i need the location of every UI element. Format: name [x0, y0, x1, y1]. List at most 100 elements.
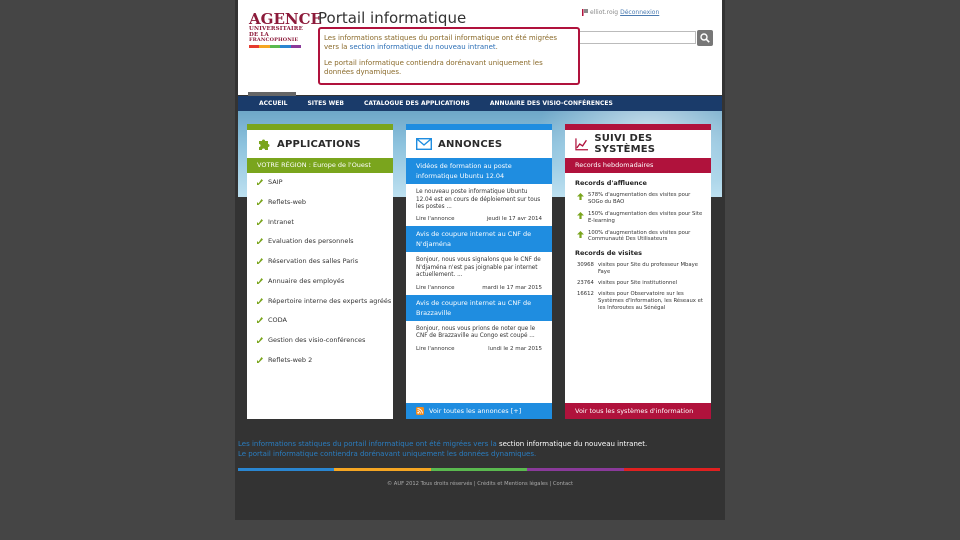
site-title: Portail informatique: [318, 9, 467, 27]
migration-notice: Les informations statiques du portail in…: [318, 27, 580, 85]
all-annonces-label: Voir toutes les annonces [+]: [429, 407, 522, 415]
application-item[interactable]: Répertoire interne des experts agréés: [257, 297, 393, 306]
arrow-icon: [257, 218, 263, 225]
records-label: Records hebdomadaires: [565, 158, 711, 173]
affluence-text: 100% d'augmentation des visites pour Com…: [588, 229, 691, 243]
up-arrow-icon: [577, 230, 584, 238]
annonce-date: lundi le 2 mar 2015: [488, 345, 542, 352]
application-label: CODA: [268, 316, 287, 325]
notice-line-1: Les informations statiques du portail in…: [324, 34, 574, 53]
search-button[interactable]: [697, 30, 713, 46]
logo-bar-segment: [290, 45, 302, 48]
application-item[interactable]: Reflets-web: [257, 198, 393, 207]
read-more-link[interactable]: Lire l'annonce: [416, 346, 455, 352]
all-systems-label: Voir tous les systèmes d'information: [575, 407, 694, 415]
application-item[interactable]: Intranet: [257, 218, 393, 227]
footer-text: Les informations statiques du portail in…: [238, 440, 499, 448]
rss-icon: [416, 407, 424, 415]
application-label: Répertoire interne des experts agréés: [268, 296, 392, 305]
logo-bar-segment: [269, 45, 281, 48]
notice-punct: .: [495, 43, 498, 52]
color-bar-segment: [430, 468, 528, 471]
color-bar-segment: [527, 468, 624, 471]
nav-item-accueil[interactable]: ACCUEIL: [238, 96, 297, 111]
read-more-link[interactable]: Lire l'annonce: [416, 216, 455, 222]
affluence-row: 578% d'augmentation des visites pour SOG…: [565, 192, 711, 206]
footer-notice: Les informations statiques du portail in…: [238, 439, 722, 459]
application-label: Reflets-web 2: [268, 355, 313, 364]
user-icon: [582, 9, 588, 16]
application-item[interactable]: SAIP: [257, 178, 393, 187]
search-icon: [700, 33, 710, 43]
color-bar-segment: [334, 468, 431, 471]
application-item[interactable]: Gestion des visio-conférences: [257, 336, 393, 345]
panel-title: ANNONCES: [438, 138, 503, 150]
annonce-item: Vidéos de formation au poste informatiqu…: [406, 158, 552, 227]
all-annonces-link[interactable]: Voir toutes les annonces [+]: [406, 403, 552, 419]
application-label: SAIP: [268, 178, 283, 186]
affluence-heading: Records d'affluence: [575, 179, 647, 187]
affluence-text: 578% d'augmentation des visites pour SOG…: [588, 192, 691, 205]
auf-logo[interactable]: AGENCE UNIVERSITAIRE DE LA FRANCOPHONIE: [249, 10, 322, 48]
annonce-item: Avis de coupure internet au CNF de N'dja…: [406, 226, 552, 295]
username: elliot.roig: [590, 9, 619, 16]
application-item[interactable]: Evaluation des personnels: [257, 237, 393, 246]
read-more-link[interactable]: Lire l'annonce: [416, 285, 455, 291]
visites-count: 30968: [577, 262, 594, 269]
annonce-body: Bonjour, nous vous signalons que le CNF …: [416, 257, 541, 279]
applications-list: SAIP Reflets-web Intranet Evaluation des pe…: [247, 173, 393, 365]
intranet-link[interactable]: section informatique du nouveau intranet: [350, 43, 496, 51]
logo-line-4: FRANCOPHONIE: [249, 37, 299, 43]
logo-bar-segment: [259, 45, 270, 48]
annonce-body: Bonjour, nous vous prions de noter que l…: [416, 325, 536, 340]
visites-count: 23764: [577, 280, 594, 286]
annonce-footer: Lire l'annonce mardi le 17 mar 2015: [406, 280, 552, 295]
panel-title: SUIVI DES SYSTÈMES: [594, 133, 656, 155]
arrow-icon: [257, 317, 263, 324]
application-item[interactable]: Reflets-web 2: [257, 356, 393, 365]
application-item[interactable]: Réservation des salles Paris: [257, 257, 393, 266]
arrow-icon: [257, 277, 263, 284]
footer-color-bar: [238, 468, 721, 471]
visites-text: visites pour Observatoire sur les Systèm…: [598, 290, 703, 311]
annonce-item: Avis de coupure internet au CNF de Brazz…: [406, 294, 552, 356]
up-arrow-icon: [577, 211, 584, 219]
annonce-title[interactable]: Vidéos de formation au poste informatiqu…: [406, 158, 552, 185]
application-label: Annuaire des employés: [268, 276, 345, 285]
copyright[interactable]: © AUF 2012 Tous droits réservés | Crédit…: [238, 481, 722, 487]
visites-list: 30968 visites pour Site du professeur Mba…: [565, 262, 711, 311]
logout-link[interactable]: Déconnexion: [620, 9, 659, 16]
nav-item-annuaire[interactable]: ANNUAIRE DES VISIO-CONFÉRENCES: [480, 96, 623, 111]
up-arrow-icon: [577, 193, 584, 200]
arrow-icon: [257, 238, 263, 245]
arrow-icon: [257, 198, 263, 205]
application-item[interactable]: Annuaire des employés: [257, 277, 393, 286]
all-systems-link[interactable]: Voir tous les systèmes d'information: [565, 403, 711, 419]
footer-intranet-link[interactable]: section informatique du nouveau intranet: [499, 440, 645, 448]
applications-panel: APPLICATIONS VOTRE RÉGION : Europe de l'…: [247, 124, 393, 419]
logo-bar-segment: [280, 45, 291, 48]
search-input[interactable]: [578, 31, 696, 44]
nav-item-catalogue[interactable]: CATALOGUE DES APPLICATIONS: [354, 96, 480, 111]
arrow-icon: [257, 356, 263, 363]
panel-header: ANNONCES: [406, 130, 552, 158]
nav-item-sites-web[interactable]: SITES WEB: [297, 96, 353, 111]
affluence-row: 100% d'augmentation des visites pour Com…: [565, 230, 711, 244]
annonce-title[interactable]: Avis de coupure internet au CNF de Brazz…: [406, 294, 552, 321]
panel-header: SUIVI DES SYSTÈMES: [565, 130, 711, 158]
annonce-date: jeudi le 17 avr 2014: [486, 216, 542, 223]
logo-bar-segment: [249, 45, 260, 48]
visites-row: 30968 visites pour Site du professeur Mba…: [565, 262, 711, 276]
panel-header: APPLICATIONS: [247, 130, 393, 158]
footer-punct: .: [644, 440, 648, 448]
logo-line-1: AGENCE: [249, 10, 322, 28]
annonce-title[interactable]: Avis de coupure internet au CNF de N'dja…: [406, 226, 552, 253]
user-bar: elliot.roig Déconnexion: [582, 9, 659, 16]
application-item[interactable]: CODA: [257, 316, 393, 325]
region-label: VOTRE RÉGION : Europe de l'Ouest: [247, 158, 393, 173]
color-bar-segment: [623, 468, 721, 471]
application-label: Gestion des visio-conférences: [268, 336, 366, 345]
annonce-body: Le nouveau poste informatique Ubuntu 12.…: [416, 189, 541, 210]
visites-count: 16612: [577, 290, 594, 297]
notice-line-2: Le portail informatique contiendra dorén…: [324, 58, 543, 77]
